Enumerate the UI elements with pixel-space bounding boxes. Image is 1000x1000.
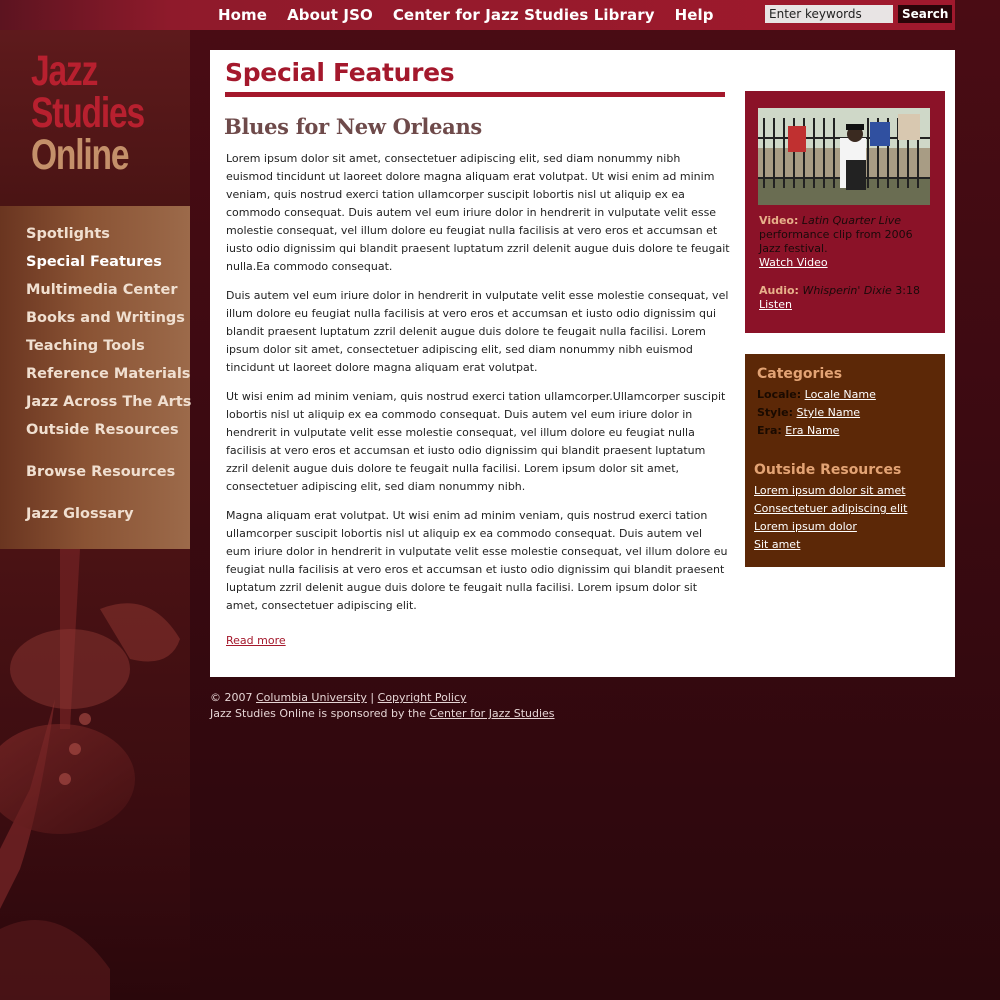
columbia-university-link[interactable]: Columbia University: [256, 691, 367, 704]
logo-line-3: Online: [31, 131, 130, 179]
top-nav: Home About JSO Center for Jazz Studies L…: [218, 6, 714, 24]
sidebar-item-reference-materials[interactable]: Reference Materials: [26, 366, 190, 382]
audio-info: Audio: Whisperin' Dixie 3:18: [759, 284, 937, 298]
article-paragraph: Lorem ipsum dolor sit amet, consectetuer…: [226, 152, 730, 273]
footer: © 2007 Columbia University | Copyright P…: [210, 690, 555, 722]
category-label: Era:: [757, 424, 782, 437]
site-logo[interactable]: Jazz Studies Online: [31, 47, 145, 179]
video-info: Video: Latin Quarter Live performance cl…: [759, 214, 937, 256]
saxophone-illustration: [0, 549, 190, 1000]
main-content: Special Features Blues for New Orleans L…: [210, 50, 955, 677]
video-thumbnail[interactable]: [758, 108, 930, 205]
video-title: Latin Quarter Live: [801, 214, 902, 227]
footer-separator: |: [370, 691, 375, 704]
category-row-era: Era: Era Name: [757, 424, 839, 437]
center-jazz-studies-link[interactable]: Center for Jazz Studies: [430, 707, 555, 720]
sidebar-item-jazz-across-arts[interactable]: Jazz Across The Arts: [26, 394, 191, 410]
nav-about-link[interactable]: About JSO: [287, 6, 373, 24]
outside-resource-link[interactable]: Sit amet: [754, 538, 800, 551]
sidebar-item-books-writings[interactable]: Books and Writings: [26, 310, 185, 326]
nav-help-link[interactable]: Help: [675, 6, 714, 24]
style-link[interactable]: Style Name: [796, 406, 860, 419]
era-link[interactable]: Era Name: [785, 424, 839, 437]
video-label: Video:: [759, 214, 799, 227]
page-title: Special Features: [225, 58, 455, 87]
title-divider: [225, 92, 725, 97]
outside-resources-heading: Outside Resources: [754, 462, 902, 478]
sidebar-item-spotlights[interactable]: Spotlights: [26, 226, 110, 242]
category-row-style: Style: Style Name: [757, 406, 860, 419]
category-label: Locale:: [757, 388, 802, 401]
search-input[interactable]: [765, 5, 893, 23]
logo-line-1: Jazz: [31, 47, 98, 95]
sponsor-text: Jazz Studies Online is sponsored by the: [210, 707, 427, 720]
media-box: Video: Latin Quarter Live performance cl…: [745, 91, 945, 333]
sidebar-item-jazz-glossary[interactable]: Jazz Glossary: [26, 506, 134, 522]
read-more-link[interactable]: Read more: [226, 634, 286, 647]
footer-line-1: © 2007 Columbia University | Copyright P…: [210, 690, 555, 706]
copyright-policy-link[interactable]: Copyright Policy: [378, 691, 467, 704]
media-details: Video: Latin Quarter Live performance cl…: [759, 214, 937, 312]
categories-heading: Categories: [757, 366, 843, 382]
footer-line-2: Jazz Studies Online is sponsored by the …: [210, 706, 555, 722]
article-paragraph: Ut wisi enim ad minim veniam, quis nostr…: [226, 390, 726, 493]
top-bar: Home About JSO Center for Jazz Studies L…: [0, 0, 955, 30]
nav-home-link[interactable]: Home: [218, 6, 267, 24]
nav-library-link[interactable]: Center for Jazz Studies Library: [393, 6, 655, 24]
video-description: performance clip from 2006 Jazz festival…: [759, 228, 913, 255]
sidebar-item-outside-resources[interactable]: Outside Resources: [26, 422, 179, 438]
sidebar-item-teaching-tools[interactable]: Teaching Tools: [26, 338, 145, 354]
audio-title: Whisperin' Dixie: [802, 284, 892, 297]
outside-resource-link[interactable]: Consectetuer adipiscing elit: [754, 502, 907, 515]
categories-box: Categories Locale: Locale Name Style: St…: [745, 354, 945, 567]
sidebar-nav: Spotlights Special Features Multimedia C…: [0, 206, 191, 549]
category-label: Style:: [757, 406, 793, 419]
saxophone-icon: [0, 549, 180, 1000]
sidebar-item-multimedia-center[interactable]: Multimedia Center: [26, 282, 177, 298]
watch-video-link[interactable]: Watch Video: [759, 256, 828, 269]
category-row-locale: Locale: Locale Name: [757, 388, 876, 401]
listen-link[interactable]: Listen: [759, 298, 792, 311]
audio-label: Audio:: [759, 284, 799, 297]
logo-line-2: Studies: [31, 89, 145, 137]
article-body: Lorem ipsum dolor sit amet, consectetuer…: [226, 150, 730, 626]
outside-resource-link[interactable]: Lorem ipsum dolor: [754, 520, 857, 533]
locale-link[interactable]: Locale Name: [805, 388, 876, 401]
outside-resource-link[interactable]: Lorem ipsum dolor sit amet: [754, 484, 906, 497]
search-button[interactable]: Search: [898, 5, 953, 23]
article-paragraph: Magna aliquam erat volutpat. Ut wisi eni…: [226, 509, 728, 612]
article-paragraph: Duis autem vel eum iriure dolor in hendr…: [226, 289, 729, 374]
sidebar-item-special-features[interactable]: Special Features: [26, 254, 162, 270]
search-form: Search: [765, 5, 953, 23]
audio-duration: 3:18: [895, 284, 920, 297]
article-title: Blues for New Orleans: [224, 114, 482, 139]
sidebar-item-browse-resources[interactable]: Browse Resources: [26, 464, 175, 480]
video-thumbnail-icon: [758, 108, 930, 205]
logo-area: Jazz Studies Online: [0, 30, 190, 206]
copyright-text: © 2007: [210, 691, 253, 704]
